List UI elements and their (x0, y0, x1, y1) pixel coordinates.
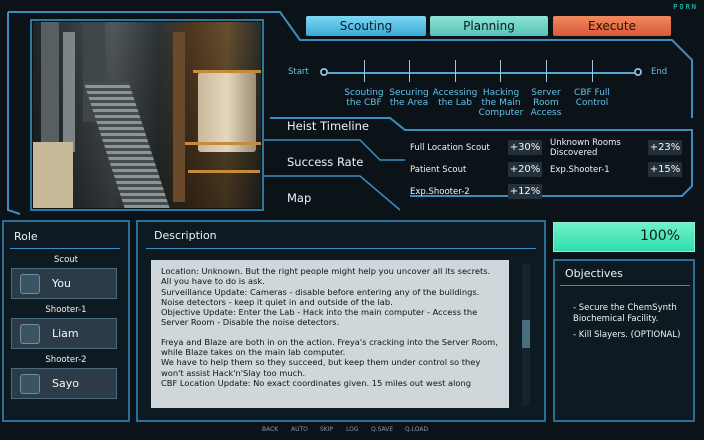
timeline-tick (409, 60, 410, 82)
facility-photo (33, 22, 261, 208)
rate-label: Exp.Shooter-2 (410, 187, 470, 197)
timeline-step: Scouting the CBF (344, 88, 384, 108)
description-paragraph: Noise detectors - keep it quiet in and o… (161, 296, 393, 307)
timeline-step: Accessing the Lab (432, 88, 478, 108)
description-paragraph: We have to help them so they succeed, bu… (161, 357, 481, 378)
timeline-track (324, 72, 638, 74)
menu-map[interactable]: Map (287, 191, 311, 205)
menu-success-rate[interactable]: Success Rate (287, 155, 363, 169)
objectives-title: Objectives (565, 267, 623, 280)
divider (10, 248, 120, 249)
role-slot-shooter-1[interactable]: Liam (11, 318, 117, 349)
role-slot-scout[interactable]: You (11, 268, 117, 299)
divider (560, 285, 690, 286)
role-label-scout: Scout (54, 255, 78, 265)
description-paragraph: Location: Unknown. But the right people … (161, 266, 491, 287)
progress-bar: 100% (553, 222, 695, 252)
description-text: Location: Unknown. But the right people … (151, 260, 509, 408)
role-panel-title: Role (14, 230, 38, 243)
timeline-tick (500, 60, 501, 82)
timeline-tick (364, 60, 365, 82)
timeline-tick (546, 60, 547, 82)
menu-heist-timeline[interactable]: Heist Timeline (287, 119, 369, 133)
rate-value: +12% (508, 184, 542, 199)
role-slot-shooter-2[interactable]: Sayo (11, 368, 117, 399)
role-checkbox[interactable] (20, 324, 40, 344)
rate-label: Exp.Shooter-1 (550, 165, 610, 175)
timeline-step: Hacking the Main Computer (478, 88, 524, 118)
description-scroll-thumb[interactable] (522, 320, 530, 348)
progress-value: 100% (639, 228, 680, 244)
objective-item: - Secure the ChemSynth Biochemical Facil… (573, 303, 677, 324)
timeline-start-dot (320, 68, 328, 76)
timeline-tick (592, 60, 593, 82)
quick-load-button[interactable]: Q.LOAD (405, 426, 428, 433)
role-checkbox[interactable] (20, 374, 40, 394)
rate-label: Full Location Scout (410, 143, 490, 153)
rate-value: +30% (508, 140, 542, 155)
timeline-step: Server Room Access (530, 88, 562, 118)
divider (146, 248, 536, 249)
description-paragraph: Objective Update: Enter the Lab - Hack i… (161, 307, 478, 328)
role-member-name: Liam (52, 327, 79, 340)
quick-save-button[interactable]: Q.SAVE (371, 426, 393, 433)
timeline-end: End (651, 67, 668, 77)
description-paragraph: Freya and Blaze are both in on the actio… (161, 336, 498, 358)
description-title: Description (154, 229, 217, 242)
timeline-end-dot (634, 68, 642, 76)
timeline-step: CBF Full Control (574, 88, 610, 108)
objective-item: - Kill Slayers. (OPTIONAL) (573, 330, 681, 340)
auto-button[interactable]: AUTO (291, 426, 308, 433)
timeline-step: Securing the Area (389, 88, 429, 108)
rate-label: Unknown Rooms Discovered (550, 138, 621, 158)
rate-value: +20% (508, 162, 542, 177)
description-paragraph: CBF Location Update: No exact coordinate… (161, 377, 472, 388)
rate-label: Patient Scout (410, 165, 467, 175)
timeline-tick (455, 60, 456, 82)
rate-value: +15% (648, 162, 682, 177)
role-member-name: You (52, 277, 71, 290)
description-paragraph: Surveillance Update: Cameras - disable b… (161, 286, 480, 297)
role-label-shooter-1: Shooter-1 (45, 305, 87, 315)
role-checkbox[interactable] (20, 274, 40, 294)
role-label-shooter-2: Shooter-2 (45, 355, 87, 365)
skip-button[interactable]: SKIP (320, 426, 333, 433)
rate-value: +23% (648, 140, 682, 155)
log-button[interactable]: LOG (346, 426, 359, 433)
objectives-panel (553, 259, 695, 422)
role-member-name: Sayo (52, 377, 79, 390)
back-button[interactable]: BACK (262, 426, 278, 433)
timeline-start: Start (288, 67, 309, 77)
